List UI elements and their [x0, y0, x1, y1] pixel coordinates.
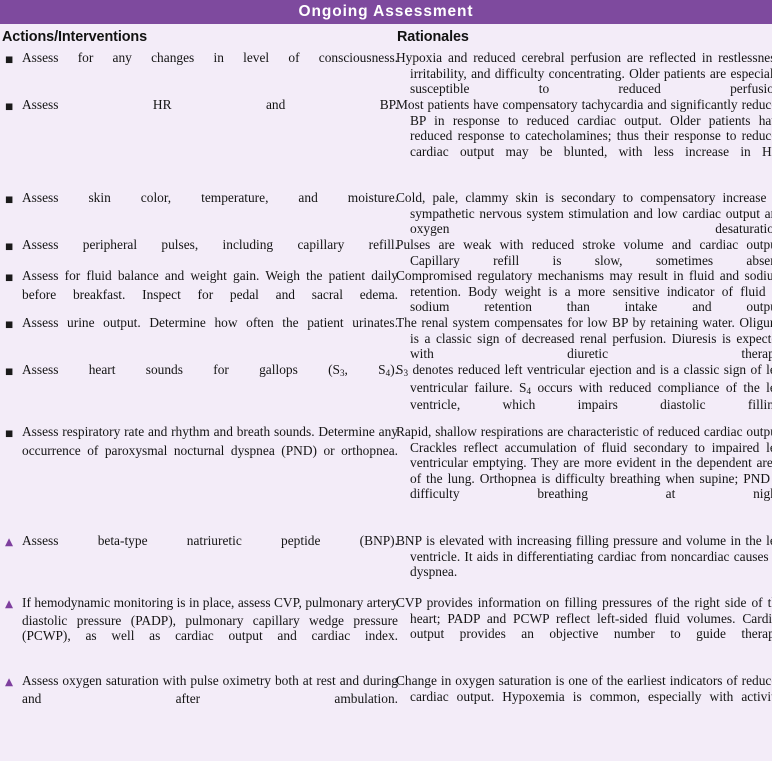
column-header-rationales: Rationales	[397, 29, 469, 45]
rationale-text: Pulses are weak with reduced stroke volu…	[396, 237, 772, 268]
action-cell: ■ Assess skin color, temperature, and moi…	[5, 190, 398, 224]
action-text: Assess for any changes in level of consc…	[22, 50, 398, 65]
triangle-bullet-icon: ▲	[5, 598, 14, 610]
rationale-text: The renal system compensates for low BP …	[396, 315, 772, 362]
action-cell: ■ Assess HR and BP.	[5, 97, 398, 131]
square-bullet-icon: ■	[5, 102, 14, 112]
action-text: Assess peripheral pulses, including capi…	[22, 237, 398, 252]
square-bullet-icon: ■	[5, 55, 14, 65]
table-title-bar: Ongoing Assessment	[0, 0, 772, 24]
column-headers: Actions/Interventions Rationales	[0, 24, 772, 50]
action-cell: ■ Assess for any changes in level of cons…	[5, 50, 398, 84]
action-cell: ■ Assess peripheral pulses, including cap…	[5, 237, 398, 271]
square-bullet-icon: ■	[5, 320, 14, 330]
action-text: Assess urine output. Determine how often…	[22, 315, 398, 330]
rationale-text: Change in oxygen saturation is one of th…	[396, 673, 772, 704]
action-cell: ■ Assess respiratory rate and rhythm and …	[5, 424, 398, 474]
rationale-text: S3 denotes reduced left ventricular ejec…	[396, 362, 772, 413]
action-text: If hemodynamic monitoring is in place, a…	[22, 595, 398, 644]
triangle-bullet-icon: ▲	[5, 536, 14, 548]
rationale-text: CVP provides information on filling pres…	[396, 595, 772, 642]
square-bullet-icon: ■	[5, 273, 14, 283]
square-bullet-icon: ■	[5, 429, 14, 439]
rationale-cell: CVP provides information on filling pres…	[396, 595, 772, 657]
action-text: Assess HR and BP.	[22, 97, 398, 112]
rationale-text: Compromised regulatory mechanisms may re…	[396, 268, 772, 315]
rationale-cell: S3 denotes reduced left ventricular ejec…	[396, 362, 772, 428]
rationale-text: Cold, pale, clammy skin is secondary to …	[396, 190, 772, 237]
action-text: Assess heart sounds for gallops (S3, S4)…	[22, 362, 398, 379]
rationale-cell: Change in oxygen saturation is one of th…	[396, 673, 772, 720]
rationale-text: Most patients have compensatory tachycar…	[396, 97, 772, 159]
action-text: Assess skin color, temperature, and mois…	[22, 190, 398, 205]
action-cell: ■ Assess heart sounds for gallops (S3, S4…	[5, 362, 398, 396]
action-text: Assess respiratory rate and rhythm and b…	[22, 424, 398, 458]
care-plan-table: Ongoing Assessment Actions/Interventions…	[0, 0, 772, 761]
square-bullet-icon: ■	[5, 195, 14, 205]
square-bullet-icon: ■	[5, 242, 14, 252]
action-cell: ▲ Assess beta-type natriuretic peptide (B…	[5, 533, 398, 566]
triangle-bullet-icon: ▲	[5, 676, 14, 688]
rationale-cell: Rapid, shallow respirations are characte…	[396, 424, 772, 517]
rationale-cell: BNP is elevated with increasing filling …	[396, 533, 772, 595]
page-title: Ongoing Assessment	[298, 2, 474, 20]
action-cell: ■ Assess for fluid balance and weight gai…	[5, 268, 398, 318]
rationale-text: Hypoxia and reduced cerebral perfusion a…	[396, 50, 772, 97]
action-cell: ■ Assess urine output. Determine how ofte…	[5, 315, 398, 349]
rationale-cell: Most patients have compensatory tachycar…	[396, 97, 772, 175]
rationale-text: BNP is elevated with increasing filling …	[396, 533, 772, 580]
square-bullet-icon: ■	[5, 367, 14, 377]
action-cell: ▲ If hemodynamic monitoring is in place, …	[5, 595, 398, 659]
action-text: Assess oxygen saturation with pulse oxim…	[22, 673, 398, 706]
rationale-text: Rapid, shallow respirations are characte…	[396, 424, 772, 502]
action-text: Assess beta-type natriuretic peptide (BN…	[22, 533, 398, 548]
action-cell: ▲ Assess oxygen saturation with pulse oxi…	[5, 673, 398, 722]
column-header-actions: Actions/Interventions	[2, 29, 148, 45]
action-text: Assess for fluid balance and weight gain…	[22, 268, 398, 302]
